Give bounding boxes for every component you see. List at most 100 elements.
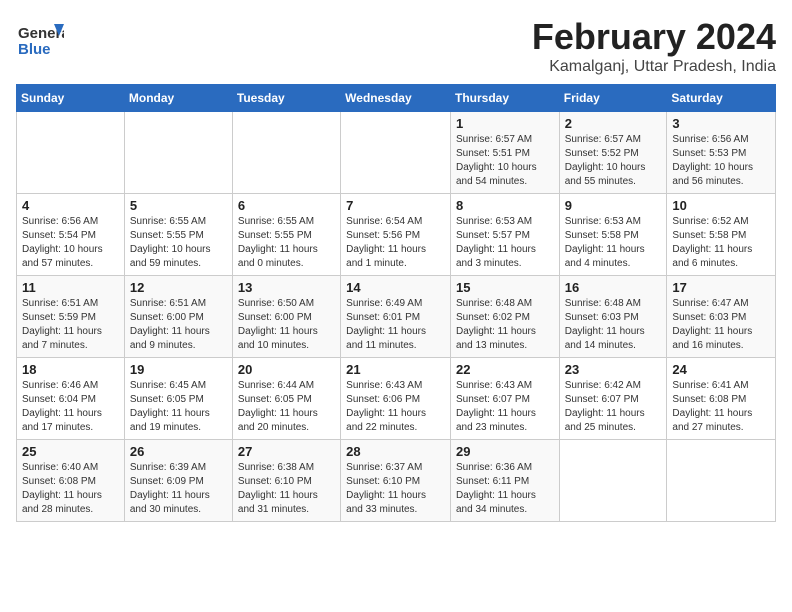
day-info: Sunrise: 6:40 AM Sunset: 6:08 PM Dayligh… <box>22 461 119 517</box>
header-wednesday: Wednesday <box>341 85 451 112</box>
calendar-cell: 16Sunrise: 6:48 AM Sunset: 6:03 PM Dayli… <box>559 276 667 358</box>
day-info: Sunrise: 6:54 AM Sunset: 5:56 PM Dayligh… <box>346 215 445 271</box>
calendar-cell: 10 Sunrise: 6:52 AM Sunset: 5:58 PM Dayli… <box>667 194 776 276</box>
day-number: 7 <box>346 198 445 213</box>
day-number: 8 <box>456 198 554 213</box>
day-info: Sunrise: 6:37 AM Sunset: 6:10 PM Dayligh… <box>346 461 445 517</box>
day-info: Sunrise: 6:51 AM Sunset: 6:00 PM Dayligh… <box>130 297 227 353</box>
header-saturday: Saturday <box>667 85 776 112</box>
day-info: Sunrise: 6:48 AM Sunset: 6:02 PM Dayligh… <box>456 297 554 353</box>
day-number: 3 <box>672 116 770 131</box>
page-header: General Blue February 2024 Kamalganj, Ut… <box>16 16 776 76</box>
day-info: Sunrise: 6:38 AM Sunset: 6:10 PM Dayligh… <box>238 461 335 517</box>
calendar-cell <box>667 440 776 522</box>
calendar-cell: 12 Sunrise: 6:51 AM Sunset: 6:00 PM Dayli… <box>124 276 232 358</box>
svg-text:Blue: Blue <box>18 41 51 58</box>
logo: General Blue <box>16 16 64 69</box>
calendar-cell: 1 Sunrise: 6:57 AM Sunset: 5:51 PM Daylig… <box>450 112 559 194</box>
calendar-cell: 14Sunrise: 6:49 AM Sunset: 6:01 PM Dayli… <box>341 276 451 358</box>
calendar-cell: 13 Sunrise: 6:50 AM Sunset: 6:00 PM Dayli… <box>232 276 340 358</box>
calendar-cell: 11 Sunrise: 6:51 AM Sunset: 5:59 PM Dayli… <box>17 276 125 358</box>
calendar-week-5: 25 Sunrise: 6:40 AM Sunset: 6:08 PM Dayli… <box>17 440 776 522</box>
day-number: 22 <box>456 362 554 377</box>
day-info: Sunrise: 6:47 AM Sunset: 6:03 PM Dayligh… <box>672 297 770 353</box>
day-info: Sunrise: 6:56 AM Sunset: 5:54 PM Dayligh… <box>22 215 119 271</box>
day-number: 4 <box>22 198 119 213</box>
calendar-cell: 20Sunrise: 6:44 AM Sunset: 6:05 PM Dayli… <box>232 358 340 440</box>
day-info: Sunrise: 6:45 AM Sunset: 6:05 PM Dayligh… <box>130 379 227 435</box>
day-info: Sunrise: 6:44 AM Sunset: 6:05 PM Dayligh… <box>238 379 335 435</box>
calendar-cell: 15 Sunrise: 6:48 AM Sunset: 6:02 PM Dayli… <box>450 276 559 358</box>
calendar-cell: 28 Sunrise: 6:37 AM Sunset: 6:10 PM Dayli… <box>341 440 451 522</box>
calendar-cell <box>124 112 232 194</box>
day-number: 24 <box>672 362 770 377</box>
calendar-cell: 24 Sunrise: 6:41 AM Sunset: 6:08 PM Dayli… <box>667 358 776 440</box>
day-number: 25 <box>22 444 119 459</box>
day-number: 11 <box>22 280 119 295</box>
day-info: Sunrise: 6:57 AM Sunset: 5:51 PM Dayligh… <box>456 133 554 189</box>
calendar-cell <box>559 440 667 522</box>
calendar-cell <box>232 112 340 194</box>
day-number: 13 <box>238 280 335 295</box>
calendar-cell: 3 Sunrise: 6:56 AM Sunset: 5:53 PM Daylig… <box>667 112 776 194</box>
title-block: February 2024 Kamalganj, Uttar Pradesh, … <box>532 16 776 76</box>
calendar-cell: 27 Sunrise: 6:38 AM Sunset: 6:10 PM Dayli… <box>232 440 340 522</box>
calendar-cell: 19 Sunrise: 6:45 AM Sunset: 6:05 PM Dayli… <box>124 358 232 440</box>
calendar-cell: 6 Sunrise: 6:55 AM Sunset: 5:55 PM Daylig… <box>232 194 340 276</box>
day-number: 12 <box>130 280 227 295</box>
day-number: 1 <box>456 116 554 131</box>
day-info: Sunrise: 6:42 AM Sunset: 6:07 PM Dayligh… <box>565 379 662 435</box>
logo-icon: General Blue <box>16 16 64 64</box>
day-number: 27 <box>238 444 335 459</box>
day-number: 16 <box>565 280 662 295</box>
day-number: 15 <box>456 280 554 295</box>
day-number: 5 <box>130 198 227 213</box>
month-title: February 2024 <box>532 16 776 58</box>
day-info: Sunrise: 6:49 AM Sunset: 6:01 PM Dayligh… <box>346 297 445 353</box>
calendar-cell <box>17 112 125 194</box>
header-row: Sunday Monday Tuesday Wednesday Thursday… <box>17 85 776 112</box>
calendar-cell: 4 Sunrise: 6:56 AM Sunset: 5:54 PM Daylig… <box>17 194 125 276</box>
day-number: 19 <box>130 362 227 377</box>
calendar-week-1: 1 Sunrise: 6:57 AM Sunset: 5:51 PM Daylig… <box>17 112 776 194</box>
day-info: Sunrise: 6:56 AM Sunset: 5:53 PM Dayligh… <box>672 133 770 189</box>
day-number: 6 <box>238 198 335 213</box>
day-info: Sunrise: 6:43 AM Sunset: 6:06 PM Dayligh… <box>346 379 445 435</box>
day-number: 2 <box>565 116 662 131</box>
calendar-cell: 7 Sunrise: 6:54 AM Sunset: 5:56 PM Daylig… <box>341 194 451 276</box>
calendar-cell: 21 Sunrise: 6:43 AM Sunset: 6:06 PM Dayli… <box>341 358 451 440</box>
day-info: Sunrise: 6:52 AM Sunset: 5:58 PM Dayligh… <box>672 215 770 271</box>
calendar-cell: 22Sunrise: 6:43 AM Sunset: 6:07 PM Dayli… <box>450 358 559 440</box>
header-friday: Friday <box>559 85 667 112</box>
day-number: 26 <box>130 444 227 459</box>
day-info: Sunrise: 6:36 AM Sunset: 6:11 PM Dayligh… <box>456 461 554 517</box>
header-tuesday: Tuesday <box>232 85 340 112</box>
day-info: Sunrise: 6:39 AM Sunset: 6:09 PM Dayligh… <box>130 461 227 517</box>
calendar-week-4: 18 Sunrise: 6:46 AM Sunset: 6:04 PM Dayli… <box>17 358 776 440</box>
header-sunday: Sunday <box>17 85 125 112</box>
day-number: 29 <box>456 444 554 459</box>
day-number: 9 <box>565 198 662 213</box>
day-number: 23 <box>565 362 662 377</box>
day-info: Sunrise: 6:50 AM Sunset: 6:00 PM Dayligh… <box>238 297 335 353</box>
calendar-cell: 29 Sunrise: 6:36 AM Sunset: 6:11 PM Dayli… <box>450 440 559 522</box>
calendar-cell: 23 Sunrise: 6:42 AM Sunset: 6:07 PM Dayli… <box>559 358 667 440</box>
day-info: Sunrise: 6:55 AM Sunset: 5:55 PM Dayligh… <box>130 215 227 271</box>
calendar-header: Sunday Monday Tuesday Wednesday Thursday… <box>17 85 776 112</box>
day-info: Sunrise: 6:41 AM Sunset: 6:08 PM Dayligh… <box>672 379 770 435</box>
day-info: Sunrise: 6:57 AM Sunset: 5:52 PM Dayligh… <box>565 133 662 189</box>
calendar-week-3: 11 Sunrise: 6:51 AM Sunset: 5:59 PM Dayli… <box>17 276 776 358</box>
day-number: 17 <box>672 280 770 295</box>
day-number: 10 <box>672 198 770 213</box>
day-number: 21 <box>346 362 445 377</box>
calendar-week-2: 4 Sunrise: 6:56 AM Sunset: 5:54 PM Daylig… <box>17 194 776 276</box>
day-info: Sunrise: 6:51 AM Sunset: 5:59 PM Dayligh… <box>22 297 119 353</box>
day-info: Sunrise: 6:55 AM Sunset: 5:55 PM Dayligh… <box>238 215 335 271</box>
day-number: 18 <box>22 362 119 377</box>
calendar-cell <box>341 112 451 194</box>
location-title: Kamalganj, Uttar Pradesh, India <box>532 58 776 76</box>
calendar-cell: 2 Sunrise: 6:57 AM Sunset: 5:52 PM Daylig… <box>559 112 667 194</box>
day-number: 28 <box>346 444 445 459</box>
day-info: Sunrise: 6:53 AM Sunset: 5:57 PM Dayligh… <box>456 215 554 271</box>
day-info: Sunrise: 6:46 AM Sunset: 6:04 PM Dayligh… <box>22 379 119 435</box>
